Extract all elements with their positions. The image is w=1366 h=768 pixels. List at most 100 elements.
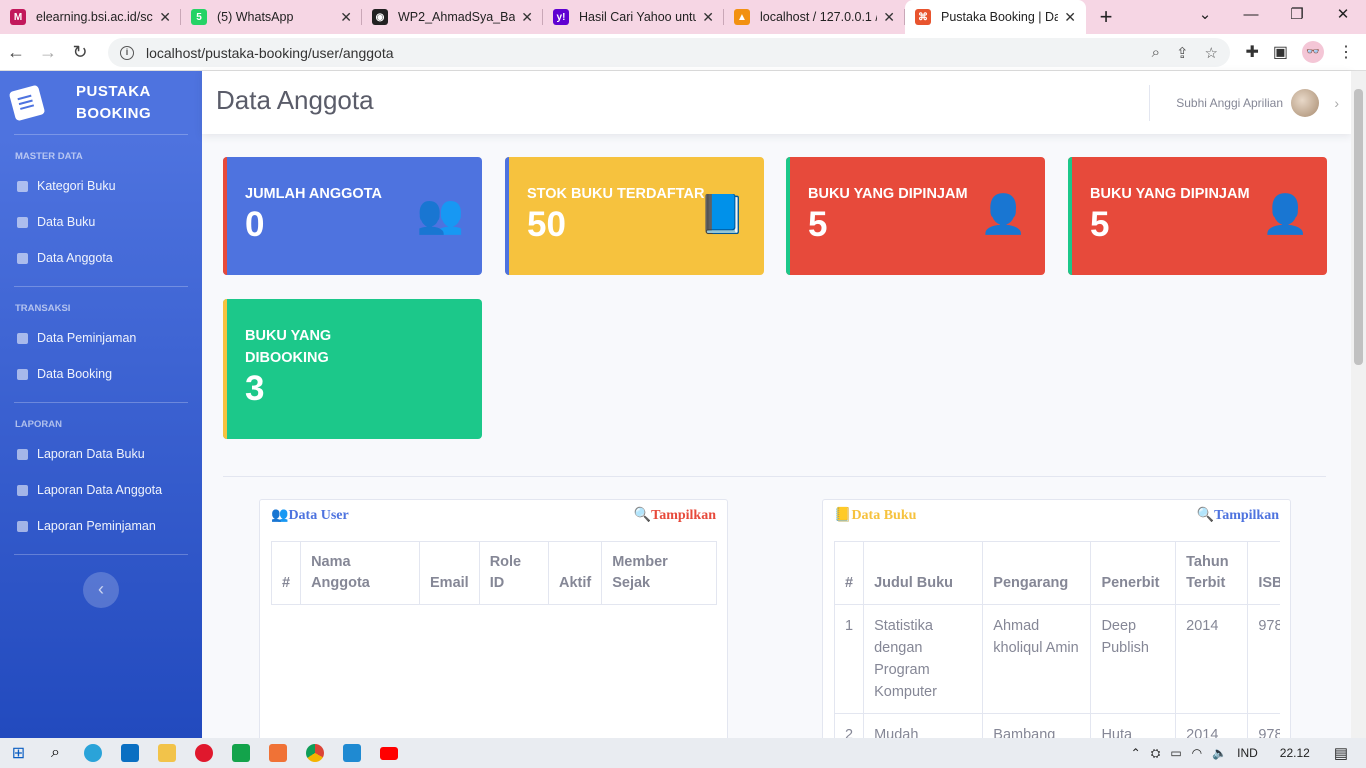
- tray-overflow-icon[interactable]: ⌃: [1131, 746, 1141, 760]
- tab-close-icon[interactable]: ✕: [521, 9, 533, 26]
- mail-button[interactable]: [111, 738, 148, 768]
- chrome-icon: [305, 744, 324, 762]
- wifi-icon[interactable]: ◠: [1192, 746, 1202, 760]
- back-icon[interactable]: ←: [0, 42, 32, 63]
- tab-close-icon[interactable]: ✕: [702, 9, 714, 26]
- user-panel: 👥Data User 🔍Tampilkan # Nama Anggota Email…: [259, 499, 728, 749]
- volume-icon[interactable]: 🔈: [1212, 746, 1227, 760]
- stat-card: BUKU YANG DIPINJAM 5 👤: [1068, 157, 1327, 275]
- stat-card: BUKU YANG DIPINJAM 5 👤: [786, 157, 1045, 275]
- extensions-icon[interactable]: ✚: [1245, 42, 1258, 62]
- sidebar-item-label: Laporan Data Buku: [37, 447, 145, 461]
- close-window-button[interactable]: ✕: [1320, 0, 1366, 34]
- search-button[interactable]: ⌕: [37, 738, 74, 768]
- tab-close-icon[interactable]: ✕: [1064, 9, 1076, 26]
- browser-tab[interactable]: ▲ localhost / 127.0.0.1 / ✕: [724, 0, 905, 34]
- column-header[interactable]: Pengarang: [982, 541, 1092, 605]
- profile-avatar[interactable]: 👓: [1302, 41, 1324, 63]
- tab-title: elearning.bsi.ac.id/sch: [36, 10, 154, 24]
- menu-icon[interactable]: ⋮: [1338, 42, 1354, 62]
- card-value: 50: [527, 205, 566, 244]
- user-dropdown[interactable]: Subhi Anggi Aprilian ›: [1149, 85, 1351, 121]
- zoom-icon[interactable]: ⌕: [1152, 44, 1160, 62]
- sidebar-item[interactable]: Data Buku: [0, 204, 202, 240]
- sidebar-item[interactable]: Data Booking: [0, 356, 202, 392]
- browser-tab[interactable]: ◉ WP2_AhmadSya_Bani/ ✕: [362, 0, 543, 34]
- app-button[interactable]: [222, 738, 259, 768]
- column-header[interactable]: Member Sejak: [601, 541, 717, 605]
- clock[interactable]: 22.12: [1280, 746, 1310, 760]
- notification-icon[interactable]: ▤: [1334, 744, 1348, 762]
- column-header[interactable]: ISBN: [1247, 541, 1280, 605]
- column-header[interactable]: Penerbit: [1090, 541, 1177, 605]
- book-table-wrap[interactable]: # Judul Buku Pengarang Penerbit Tahun Terbit…: [834, 541, 1280, 748]
- stat-card: STOK BUKU TERDAFTAR 50 📘: [505, 157, 764, 275]
- book-show-link[interactable]: 🔍Tampilkan: [1197, 507, 1279, 524]
- sidebar-divider: [14, 554, 188, 555]
- battery-icon[interactable]: ▭: [1170, 746, 1181, 760]
- user-name: Subhi Anggi Aprilian: [1176, 96, 1283, 110]
- card-border: [1068, 157, 1072, 275]
- sidebar-item[interactable]: Data Peminjaman: [0, 320, 202, 356]
- start-button[interactable]: ⊞: [0, 738, 37, 768]
- chevron-right-icon: ›: [1334, 95, 1339, 111]
- url-field[interactable]: i localhost/pustaka-booking/user/anggota…: [108, 38, 1230, 67]
- scrollbar-thumb[interactable]: [1354, 89, 1363, 365]
- bookmark-star-icon[interactable]: ☆: [1205, 44, 1218, 62]
- column-header[interactable]: Role ID: [478, 541, 549, 605]
- column-header[interactable]: Judul Buku: [863, 541, 984, 605]
- address-bar: ← → ↻ i localhost/pustaka-booking/user/a…: [0, 34, 1366, 71]
- xampp-button[interactable]: [259, 738, 296, 768]
- browser-tab[interactable]: Melearning.bsi.ac.id/sch ✕: [0, 0, 181, 34]
- opera-button[interactable]: [185, 738, 222, 768]
- column-header[interactable]: Nama Anggota: [300, 541, 420, 605]
- sidebar-item[interactable]: Kategori Buku: [0, 168, 202, 204]
- column-header[interactable]: Tahun Terbit: [1175, 541, 1249, 605]
- youtube-button[interactable]: [370, 738, 407, 768]
- page-scrollbar[interactable]: [1351, 71, 1366, 738]
- chrome-button[interactable]: [296, 738, 333, 768]
- language-indicator[interactable]: IND: [1237, 746, 1258, 760]
- tab-search-icon[interactable]: ⌄: [1182, 0, 1228, 34]
- maximize-button[interactable]: ❐: [1274, 0, 1320, 34]
- sidebar-heading: LAPORAN: [15, 419, 62, 430]
- column-header[interactable]: #: [834, 541, 865, 605]
- new-tab-button[interactable]: +: [1086, 0, 1126, 34]
- user-show-link[interactable]: 🔍Tampilkan: [634, 507, 716, 524]
- minimize-button[interactable]: —: [1228, 0, 1274, 34]
- sidebar-item[interactable]: Laporan Data Anggota: [0, 472, 202, 508]
- explorer-button[interactable]: [148, 738, 185, 768]
- tab-title: Hasil Cari Yahoo untuk: [579, 10, 697, 24]
- browser-tab[interactable]: y! Hasil Cari Yahoo untuk ✕: [543, 0, 724, 34]
- card-value: 3: [245, 369, 265, 408]
- sidebar-item[interactable]: Laporan Peminjaman: [0, 508, 202, 544]
- side-panel-icon[interactable]: ▣: [1273, 42, 1288, 62]
- sidebar-toggle-button[interactable]: ‹: [83, 572, 119, 608]
- menu-item-icon: [17, 216, 28, 228]
- sidebar-item-label: Data Peminjaman: [37, 331, 137, 345]
- reload-icon[interactable]: ↻: [64, 42, 96, 63]
- tab-title: WP2_AhmadSya_Bani/: [398, 10, 516, 24]
- sidebar-item-label: Data Buku: [37, 215, 96, 229]
- forward-icon[interactable]: →: [32, 42, 64, 63]
- sidebar-item[interactable]: Laporan Data Buku: [0, 436, 202, 472]
- edge-button[interactable]: [74, 738, 111, 768]
- sidebar-item[interactable]: Data Anggota: [0, 240, 202, 276]
- tab-close-icon[interactable]: ✕: [340, 9, 352, 26]
- brand-link[interactable]: PUSTAKA BOOKING: [0, 71, 202, 134]
- column-header[interactable]: Email: [419, 541, 480, 605]
- share-icon[interactable]: ⇪: [1176, 44, 1189, 62]
- site-info-icon[interactable]: i: [120, 45, 134, 60]
- sidebar-item-label: Data Booking: [37, 367, 113, 381]
- vscode-button[interactable]: [333, 738, 370, 768]
- browser-tab[interactable]: 5 (5) WhatsApp ✕: [181, 0, 362, 34]
- tab-close-icon[interactable]: ✕: [159, 9, 171, 26]
- tab-close-icon[interactable]: ✕: [883, 9, 895, 26]
- column-header[interactable]: #: [270, 541, 302, 605]
- section-divider: [223, 476, 1326, 477]
- network-icon[interactable]: ⛭: [1151, 746, 1161, 761]
- browser-tab[interactable]: ⌘ Pustaka Booking | Dat ✕: [905, 0, 1086, 34]
- stat-card: JUMLAH ANGGOTA 0 👥: [223, 157, 482, 275]
- folder-icon: [157, 744, 176, 762]
- column-header[interactable]: Aktif: [547, 541, 603, 605]
